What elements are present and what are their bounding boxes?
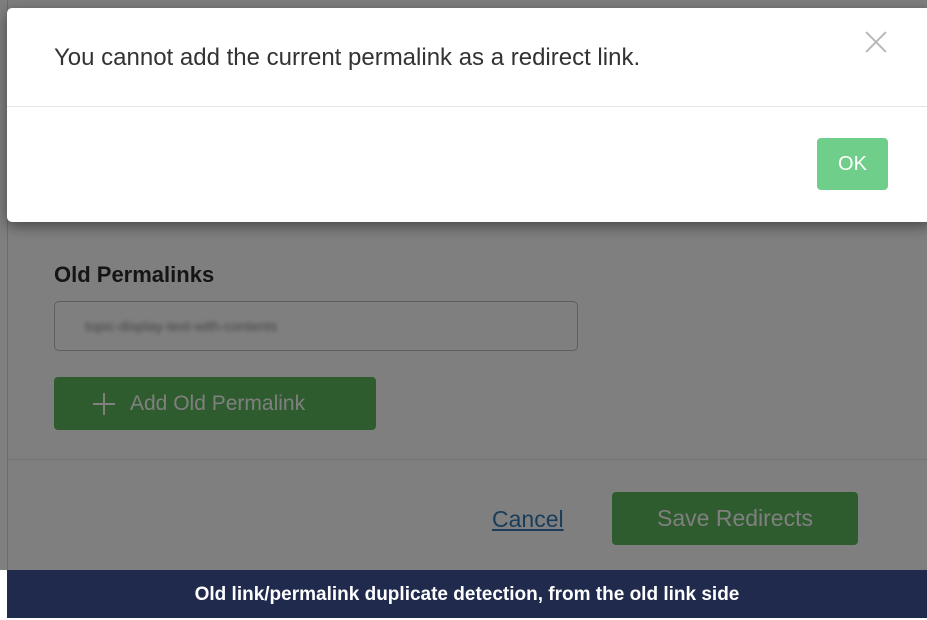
caption-text: Old link/permalink duplicate detection, … <box>194 584 740 605</box>
ok-button[interactable]: OK <box>817 138 888 190</box>
alert-dialog: You cannot add the current permalink as … <box>7 8 927 222</box>
dialog-divider <box>7 106 927 107</box>
caption-bar: Old link/permalink duplicate detection, … <box>7 570 927 618</box>
alert-message: You cannot add the current permalink as … <box>54 44 641 71</box>
close-icon[interactable] <box>862 28 890 56</box>
